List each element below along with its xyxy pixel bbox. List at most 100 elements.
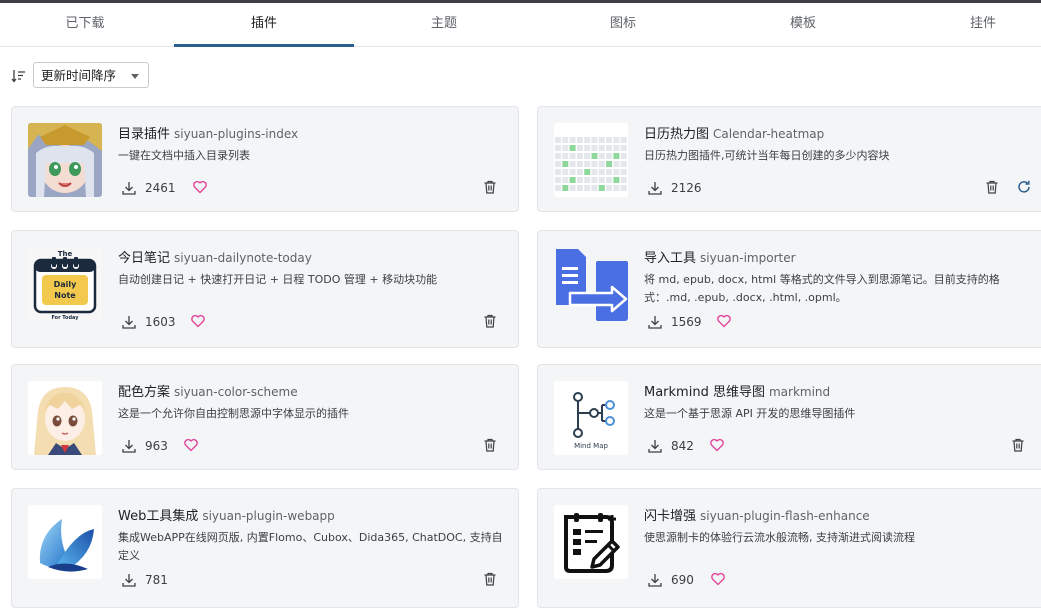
plugin-thumbnail-heatmap bbox=[554, 123, 628, 197]
plugin-package: siyuan-plugin-flash-enhance bbox=[700, 509, 870, 523]
heatmap-cell bbox=[576, 169, 583, 175]
plugin-title: Markmind 思维导图 markmind bbox=[644, 381, 830, 400]
heatmap-cell bbox=[562, 169, 569, 175]
download-count: 1603 bbox=[122, 313, 176, 331]
heatmap-cell bbox=[613, 137, 620, 143]
download-count-value: 842 bbox=[671, 439, 694, 453]
plugin-card[interactable]: 目录插件 siyuan-plugins-index 一键在文档中插入目录列表 24… bbox=[11, 106, 519, 212]
heatmap-cell bbox=[562, 153, 569, 159]
heatmap-cell bbox=[606, 145, 613, 151]
heatmap-cell bbox=[569, 169, 576, 175]
heart-icon[interactable] bbox=[192, 179, 208, 195]
tab-icons[interactable]: 图标 bbox=[533, 3, 713, 45]
heatmap-cell bbox=[591, 161, 598, 167]
trash-icon[interactable] bbox=[482, 571, 498, 587]
download-count: 781 bbox=[122, 571, 168, 589]
plugin-name: 日历热力图 bbox=[644, 127, 710, 142]
heatmap-cell bbox=[598, 145, 605, 151]
sort-order-icon[interactable] bbox=[10, 68, 26, 84]
heatmap-cell bbox=[613, 153, 620, 159]
heatmap-cell bbox=[613, 145, 620, 151]
heatmap-cell bbox=[562, 177, 569, 183]
tab-widgets[interactable]: 挂件 bbox=[893, 3, 1041, 45]
heatmap-cell bbox=[562, 185, 569, 191]
download-count: 963 bbox=[122, 437, 168, 455]
trash-icon[interactable] bbox=[984, 179, 1000, 195]
heatmap-cell bbox=[576, 153, 583, 159]
plugin-name: Web工具集成 bbox=[118, 509, 199, 524]
heatmap-cell bbox=[606, 161, 613, 167]
heatmap-cell bbox=[620, 153, 627, 159]
heart-icon[interactable] bbox=[716, 313, 732, 329]
plugin-description: 这是一个允许你自由控制思源中字体显示的插件 bbox=[118, 407, 349, 420]
download-icon bbox=[648, 574, 662, 587]
tab-themes[interactable]: 主题 bbox=[354, 3, 534, 45]
heatmap-cell bbox=[620, 137, 627, 143]
plugin-description: 一键在文档中插入目录列表 bbox=[118, 149, 250, 162]
trash-icon[interactable] bbox=[482, 179, 498, 195]
heatmap-cell bbox=[591, 145, 598, 151]
heatmap-cell bbox=[555, 177, 561, 183]
plugin-card[interactable]: Web工具集成 siyuan-plugin-webapp 集成WebAPP在线网页… bbox=[11, 488, 519, 608]
heatmap-cell bbox=[598, 153, 605, 159]
plugin-card[interactable]: The Daily Note For Today 今日笔记 siyuan-dail… bbox=[11, 230, 519, 348]
heart-icon[interactable] bbox=[183, 437, 199, 453]
tab-templates[interactable]: 模板 bbox=[713, 3, 893, 45]
heatmap-cell bbox=[591, 137, 598, 143]
sort-select[interactable]: 更新时间降序 bbox=[33, 62, 149, 88]
plugin-card[interactable]: 日历热力图 Calendar-heatmap 日历热力图插件,可统计当年每日创建的… bbox=[537, 106, 1041, 212]
plugin-package: siyuan-plugins-index bbox=[174, 127, 299, 141]
plugin-title: 闪卡增强 siyuan-plugin-flash-enhance bbox=[644, 505, 870, 524]
plugin-thumbnail-importer bbox=[554, 247, 628, 321]
plugin-title: 日历热力图 Calendar-heatmap bbox=[644, 123, 824, 142]
heatmap-cell bbox=[576, 161, 583, 167]
chevron-down-icon bbox=[131, 74, 139, 79]
heatmap-cell bbox=[591, 169, 598, 175]
heatmap-cell bbox=[606, 153, 613, 159]
heart-icon[interactable] bbox=[709, 437, 725, 453]
heatmap-cell bbox=[591, 185, 598, 191]
plugin-package: siyuan-importer bbox=[700, 251, 796, 265]
heart-icon[interactable] bbox=[710, 571, 726, 587]
plugin-title: 目录插件 siyuan-plugins-index bbox=[118, 123, 298, 142]
plugin-name: 目录插件 bbox=[118, 127, 171, 142]
plugin-title: 今日笔记 siyuan-dailynote-today bbox=[118, 247, 312, 266]
plugin-description: 日历热力图插件,可统计当年每日创建的多少内容块 bbox=[644, 149, 890, 162]
plugin-name: 导入工具 bbox=[644, 251, 697, 266]
heatmap-cell bbox=[606, 169, 613, 175]
plugin-card[interactable]: Mind Map Markmind 思维导图 markmind 这是一个基于思源 … bbox=[537, 364, 1041, 470]
download-icon bbox=[122, 440, 136, 453]
heatmap-cell bbox=[620, 169, 627, 175]
heatmap-cell bbox=[584, 145, 591, 151]
plugin-thumbnail-anime-girl bbox=[28, 123, 102, 197]
trash-icon[interactable] bbox=[482, 313, 498, 329]
trash-icon[interactable] bbox=[1010, 437, 1026, 453]
download-count-value: 781 bbox=[145, 573, 168, 587]
download-icon bbox=[648, 182, 662, 195]
tab-plugins[interactable]: 插件 bbox=[174, 3, 354, 47]
heatmap-cell bbox=[606, 185, 613, 191]
download-icon bbox=[648, 316, 662, 329]
heatmap-cell bbox=[569, 161, 576, 167]
daily-note-bottom-text: For Today bbox=[51, 315, 79, 321]
download-icon bbox=[648, 440, 662, 453]
plugin-title: Web工具集成 siyuan-plugin-webapp bbox=[118, 505, 335, 524]
refresh-icon[interactable] bbox=[1016, 179, 1032, 195]
heart-icon[interactable] bbox=[190, 313, 206, 329]
plugin-card[interactable]: 闪卡增强 siyuan-plugin-flash-enhance 使思源制卡的体验… bbox=[537, 488, 1041, 608]
tab-bar: 已下载 插件 主题 图标 模板 挂件 bbox=[0, 3, 1041, 47]
download-count-value: 2126 bbox=[671, 181, 702, 195]
heatmap-cell bbox=[555, 169, 561, 175]
heatmap-cell bbox=[562, 145, 569, 151]
download-count-value: 1603 bbox=[145, 315, 176, 329]
plugin-description: 这是一个基于思源 API 开发的思维导图插件 bbox=[644, 407, 856, 420]
heatmap-cell bbox=[613, 161, 620, 167]
plugin-card[interactable]: 配色方案 siyuan-color-scheme 这是一个允许你自由控制思源中字体… bbox=[11, 364, 519, 470]
heatmap-cell bbox=[613, 185, 620, 191]
plugin-card[interactable]: 导入工具 siyuan-importer 将 md, epub, docx, ht… bbox=[537, 230, 1041, 348]
trash-icon[interactable] bbox=[482, 437, 498, 453]
heatmap-cell bbox=[584, 161, 591, 167]
heatmap-cell bbox=[555, 145, 561, 151]
tab-downloaded[interactable]: 已下载 bbox=[0, 3, 175, 45]
plugin-package: siyuan-dailynote-today bbox=[174, 251, 312, 265]
